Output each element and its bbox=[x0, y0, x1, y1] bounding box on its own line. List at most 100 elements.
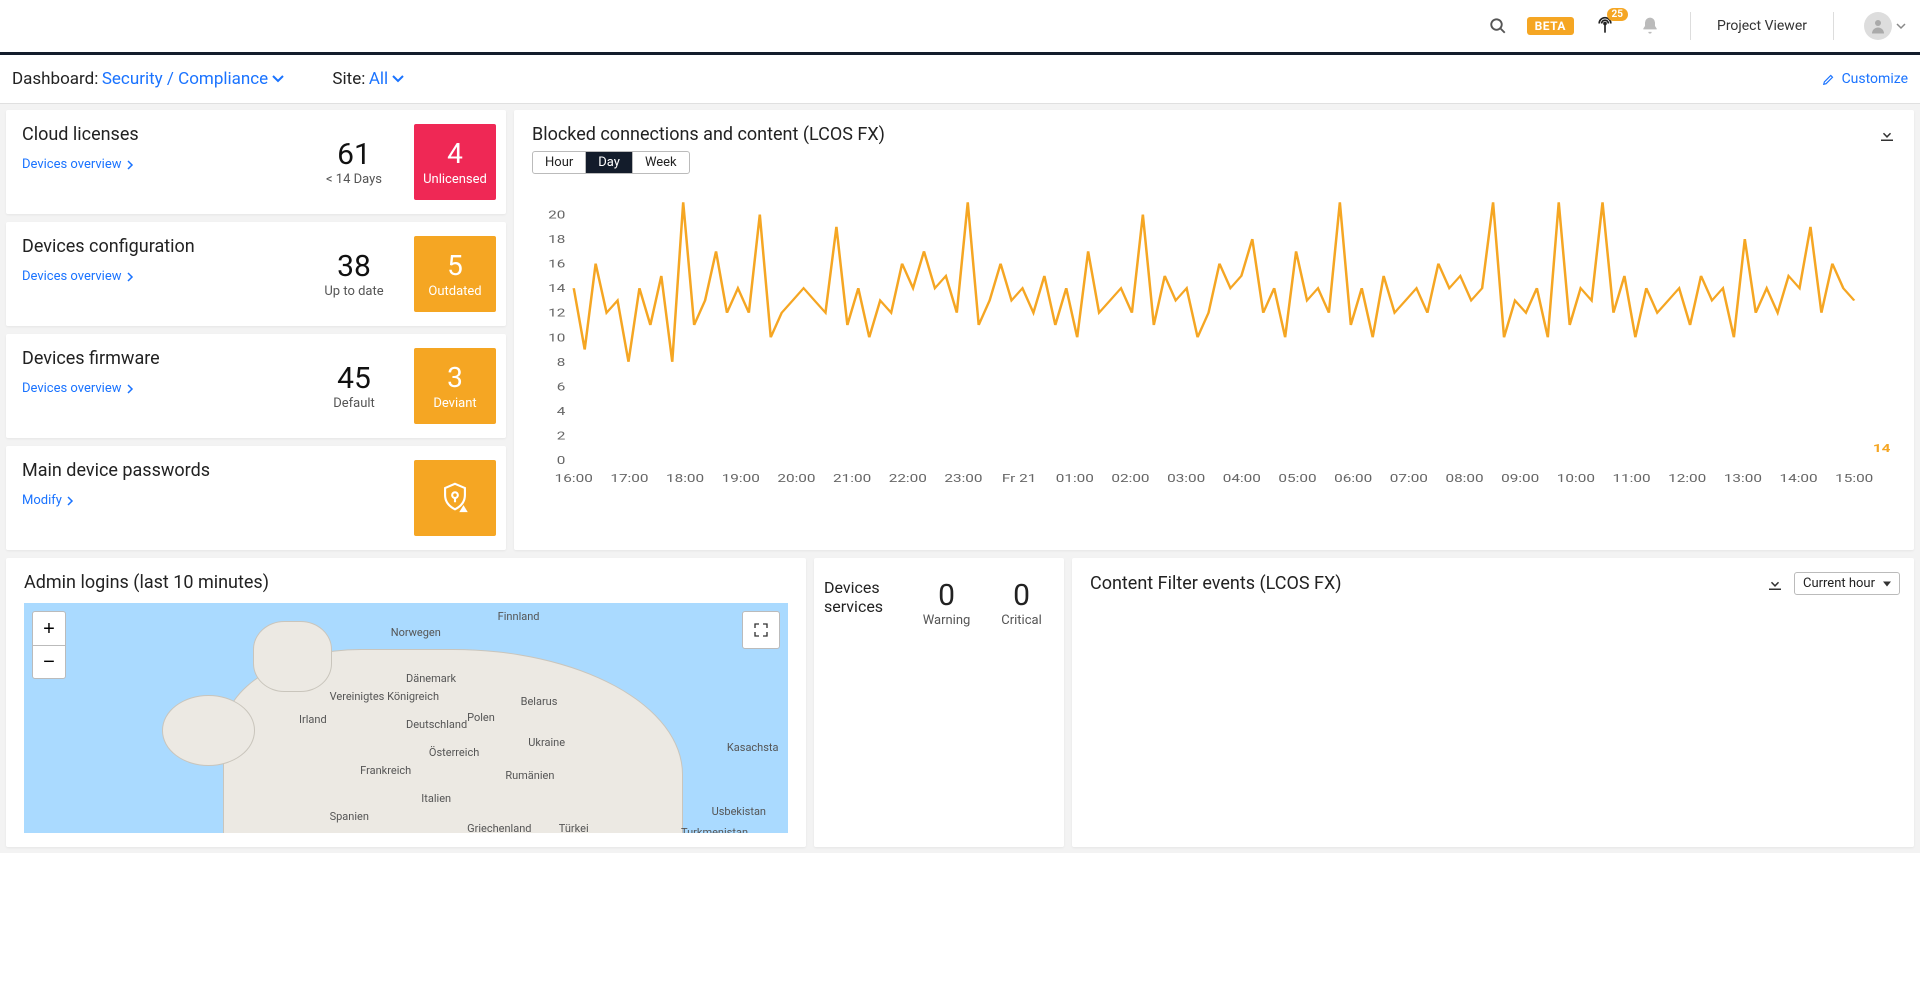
map-canvas[interactable]: Finnland Norwegen Irland Vereinigtes Kön… bbox=[24, 603, 788, 833]
stat-number: 45 bbox=[294, 361, 414, 396]
map-label: Österreich bbox=[429, 746, 479, 759]
svg-text:23:00: 23:00 bbox=[944, 473, 982, 485]
svg-text:10: 10 bbox=[548, 332, 565, 344]
map-label: Finnland bbox=[498, 610, 540, 623]
svg-text:22:00: 22:00 bbox=[889, 473, 927, 485]
search-icon[interactable] bbox=[1485, 13, 1511, 39]
antenna-icon[interactable]: 25 bbox=[1590, 12, 1620, 40]
map-label: Norwegen bbox=[391, 626, 441, 639]
time-range-segmented: Hour Day Week bbox=[532, 151, 690, 174]
svg-text:05:00: 05:00 bbox=[1278, 473, 1316, 485]
dashboard-selector[interactable]: Dashboard: Security / Compliance bbox=[12, 69, 284, 89]
card-title: Main device passwords bbox=[22, 460, 294, 481]
chart-title: Blocked connections and content (LCOS FX… bbox=[532, 124, 1866, 145]
stat-number: 38 bbox=[294, 249, 414, 284]
svg-text:10:00: 10:00 bbox=[1557, 473, 1595, 485]
stat-caption: < 14 Days bbox=[294, 172, 414, 187]
svg-text:14:00: 14:00 bbox=[1780, 473, 1818, 485]
svg-text:6: 6 bbox=[557, 381, 566, 393]
bell-icon[interactable] bbox=[1636, 12, 1664, 40]
svg-text:2: 2 bbox=[557, 430, 566, 442]
map-label: Rumänien bbox=[505, 769, 554, 782]
svg-text:14: 14 bbox=[548, 283, 566, 295]
map-label: Spanien bbox=[330, 810, 369, 823]
card-title: Devices firmware bbox=[22, 348, 294, 369]
stat-caption: Up to date bbox=[294, 284, 414, 299]
map-title: Admin logins (last 10 minutes) bbox=[6, 558, 806, 603]
map-label: Deutschland bbox=[406, 718, 467, 731]
card-title: Devices configuration bbox=[22, 236, 294, 257]
devices-overview-link[interactable]: Devices overview bbox=[22, 157, 294, 172]
user-menu[interactable] bbox=[1860, 8, 1910, 44]
antenna-badge-count: 25 bbox=[1607, 8, 1628, 21]
beta-badge: BETA bbox=[1527, 17, 1574, 35]
customize-button[interactable]: Customize bbox=[1822, 71, 1908, 87]
svg-text:0: 0 bbox=[557, 455, 566, 467]
seg-day[interactable]: Day bbox=[586, 152, 633, 173]
modify-link[interactable]: Modify bbox=[22, 493, 294, 508]
svg-text:20: 20 bbox=[548, 209, 565, 221]
map-label: Irland bbox=[299, 713, 327, 726]
card-content-filter-events: Content Filter events (LCOS FX) Current … bbox=[1072, 558, 1914, 847]
devices-overview-link[interactable]: Devices overview bbox=[22, 269, 294, 284]
map-label: Türkei bbox=[559, 822, 589, 834]
svg-text:12:00: 12:00 bbox=[1668, 473, 1706, 485]
svg-text:12: 12 bbox=[548, 308, 565, 320]
stat-caption: Default bbox=[294, 396, 414, 411]
topbar-divider bbox=[1833, 12, 1834, 40]
map-label: Vereinigtes Königreich bbox=[330, 690, 439, 703]
badge-deviant[interactable]: 3 Deviant bbox=[414, 348, 496, 424]
devices-overview-link[interactable]: Devices overview bbox=[22, 381, 294, 396]
badge-unlicensed[interactable]: 4 Unlicensed bbox=[414, 124, 496, 200]
card-devices-services: Devices services 0 Warning 0 Critical bbox=[814, 558, 1064, 847]
svg-text:07:00: 07:00 bbox=[1390, 473, 1428, 485]
svg-text:17:00: 17:00 bbox=[610, 473, 648, 485]
download-icon[interactable] bbox=[1878, 126, 1896, 144]
site-selector[interactable]: Site: All bbox=[332, 69, 404, 89]
map-label: Dänemark bbox=[406, 672, 456, 685]
critical-label: Critical bbox=[989, 613, 1054, 628]
project-viewer-label[interactable]: Project Viewer bbox=[1717, 18, 1807, 34]
svg-text:15:00: 15:00 bbox=[1835, 473, 1873, 485]
svg-text:8: 8 bbox=[557, 357, 566, 369]
time-range-select[interactable]: Current hour bbox=[1794, 572, 1900, 595]
svg-text:21:00: 21:00 bbox=[833, 473, 871, 485]
map-label: Turkmenistan bbox=[681, 826, 748, 833]
svg-text:01:00: 01:00 bbox=[1056, 473, 1094, 485]
map-label: Belarus bbox=[521, 695, 558, 708]
svg-text:08:00: 08:00 bbox=[1445, 473, 1483, 485]
seg-hour[interactable]: Hour bbox=[533, 152, 586, 173]
stat-number: 61 bbox=[294, 137, 414, 172]
map-label: Italien bbox=[421, 792, 451, 805]
download-icon[interactable] bbox=[1766, 575, 1784, 593]
card-title: Cloud licenses bbox=[22, 124, 294, 145]
badge-outdated[interactable]: 5 Outdated bbox=[414, 236, 496, 312]
map-fullscreen-icon[interactable] bbox=[742, 611, 780, 649]
dashboard-board: Cloud licenses Devices overview 61 < 14 … bbox=[0, 104, 1920, 853]
svg-text:14: 14 bbox=[1873, 443, 1891, 455]
warning-label: Warning bbox=[914, 613, 979, 628]
map-zoom-out[interactable]: − bbox=[32, 645, 66, 679]
svg-text:20:00: 20:00 bbox=[777, 473, 815, 485]
badge-password-warning[interactable] bbox=[414, 460, 496, 536]
map-label: Frankreich bbox=[360, 764, 411, 777]
svg-text:4: 4 bbox=[557, 406, 566, 418]
svg-text:02:00: 02:00 bbox=[1111, 473, 1149, 485]
avatar-icon bbox=[1864, 12, 1892, 40]
svg-text:18:00: 18:00 bbox=[666, 473, 704, 485]
card-devices-firmware: Devices firmware Devices overview 45 Def… bbox=[6, 334, 506, 438]
svg-text:13:00: 13:00 bbox=[1724, 473, 1762, 485]
svg-text:11:00: 11:00 bbox=[1612, 473, 1650, 485]
card-blocked-connections-chart: Blocked connections and content (LCOS FX… bbox=[514, 110, 1914, 550]
line-chart: 0246810121416182016:0017:0018:0019:0020:… bbox=[532, 180, 1896, 490]
svg-text:16:00: 16:00 bbox=[555, 473, 593, 485]
devices-services-label: Devices services bbox=[824, 578, 904, 628]
seg-week[interactable]: Week bbox=[633, 152, 689, 173]
map-label: Usbekistan bbox=[712, 805, 766, 818]
svg-text:09:00: 09:00 bbox=[1501, 473, 1539, 485]
card-main-device-passwords: Main device passwords Modify bbox=[6, 446, 506, 550]
map-zoom-in[interactable]: + bbox=[32, 611, 66, 645]
content-filter-title: Content Filter events (LCOS FX) bbox=[1090, 573, 1756, 594]
map-label: Griechenland bbox=[467, 822, 531, 834]
topbar-divider bbox=[1690, 12, 1691, 40]
